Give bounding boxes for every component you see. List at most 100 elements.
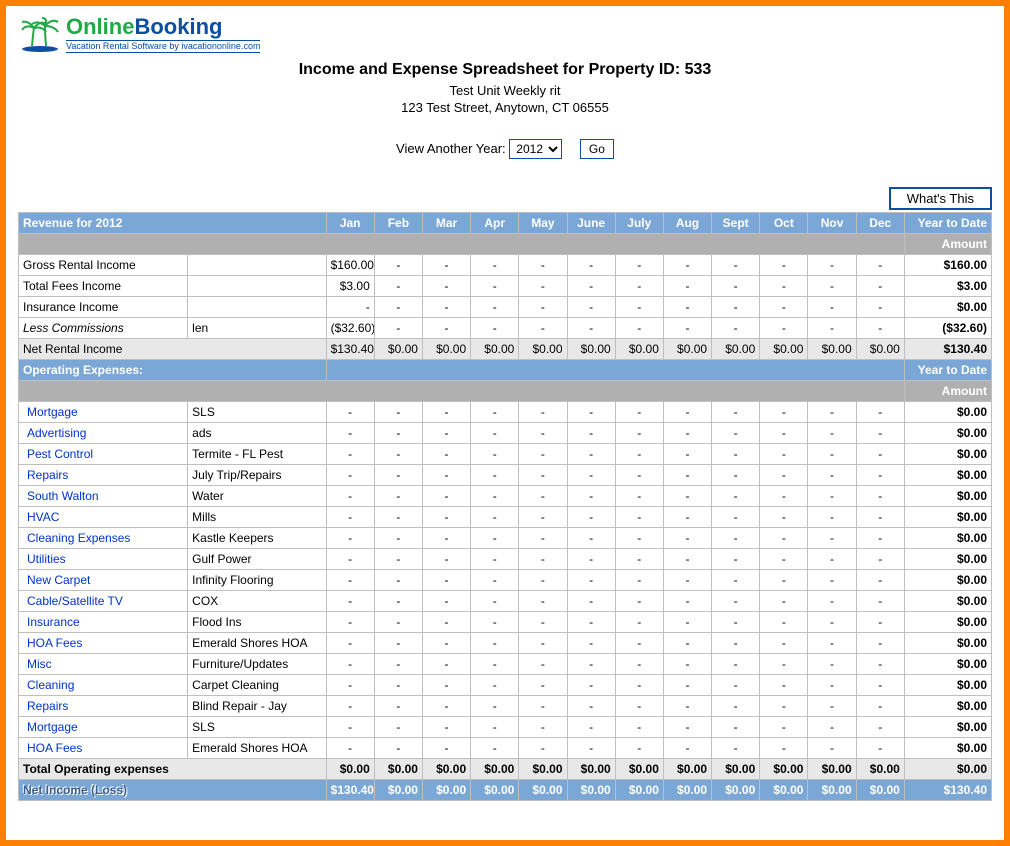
- month-header: Aug: [663, 213, 711, 234]
- month-header: July: [615, 213, 663, 234]
- cell-month: -: [471, 318, 519, 339]
- cell-month: -: [422, 318, 470, 339]
- cell-month: -: [519, 696, 567, 717]
- expense-link[interactable]: Repairs: [19, 465, 188, 486]
- whats-this-button[interactable]: What's This: [889, 187, 992, 210]
- cell-month: -: [471, 696, 519, 717]
- go-button[interactable]: Go: [580, 139, 614, 159]
- row-vendor: Emerald Shores HOA: [188, 633, 326, 654]
- cell-month: -: [808, 255, 856, 276]
- cell-jan: $130.40: [326, 780, 374, 801]
- cell-month: -: [615, 717, 663, 738]
- cell-month: $0.00: [663, 780, 711, 801]
- expense-link[interactable]: Cleaning Expenses: [19, 528, 188, 549]
- cell-month: -: [326, 633, 374, 654]
- month-header: Mar: [422, 213, 470, 234]
- cell-month: -: [712, 528, 760, 549]
- cell-month: -: [567, 255, 615, 276]
- cell-month: -: [422, 444, 470, 465]
- cell-month: $0.00: [808, 339, 856, 360]
- cell-month: -: [808, 402, 856, 423]
- cell-month: $0.00: [663, 759, 711, 780]
- expense-link[interactable]: Pest Control: [19, 444, 188, 465]
- cell-month: -: [567, 297, 615, 318]
- cell-month: -: [422, 591, 470, 612]
- cell-month: -: [326, 738, 374, 759]
- cell-month: -: [760, 717, 808, 738]
- expense-link[interactable]: New Carpet: [19, 570, 188, 591]
- cell-month: -: [712, 633, 760, 654]
- cell-month: -: [712, 276, 760, 297]
- cell-month: -: [326, 486, 374, 507]
- cell-month: -: [422, 297, 470, 318]
- cell-month: -: [374, 276, 422, 297]
- expense-link[interactable]: Insurance: [19, 612, 188, 633]
- expense-link[interactable]: Repairs: [19, 696, 188, 717]
- year-select[interactable]: 2012: [509, 139, 562, 159]
- cell-month: $0.00: [471, 780, 519, 801]
- cell-month: -: [519, 276, 567, 297]
- cell-month: -: [519, 633, 567, 654]
- cell-month: -: [712, 444, 760, 465]
- row-vendor: SLS: [188, 717, 326, 738]
- cell-month: -: [422, 738, 470, 759]
- cell-month: -: [760, 612, 808, 633]
- cell-month: -: [615, 444, 663, 465]
- cell-month: -: [663, 297, 711, 318]
- cell-month: -: [519, 570, 567, 591]
- expense-link[interactable]: Cable/Satellite TV: [19, 591, 188, 612]
- unit-name: Test Unit Weekly rit: [18, 83, 992, 98]
- expense-link[interactable]: Misc: [19, 654, 188, 675]
- expense-link[interactable]: HOA Fees: [19, 738, 188, 759]
- cell-month: $0.00: [615, 339, 663, 360]
- cell-month: -: [422, 612, 470, 633]
- expense-link[interactable]: HVAC: [19, 507, 188, 528]
- cell-month: -: [567, 717, 615, 738]
- cell-month: -: [760, 549, 808, 570]
- cell-ytd: $0.00: [904, 297, 991, 318]
- cell-month: -: [374, 444, 422, 465]
- cell-ytd: $0.00: [904, 633, 991, 654]
- cell-month: $0.00: [712, 780, 760, 801]
- cell-month: -: [567, 549, 615, 570]
- logo-tagline: Vacation Rental Software by ivacationonl…: [66, 40, 260, 53]
- cell-month: -: [567, 738, 615, 759]
- cell-ytd: $0.00: [904, 717, 991, 738]
- cell-month: -: [471, 423, 519, 444]
- cell-ytd: $0.00: [904, 507, 991, 528]
- cell-month: -: [567, 696, 615, 717]
- cell-month: -: [760, 297, 808, 318]
- cell-month: -: [422, 402, 470, 423]
- expense-link[interactable]: Mortgage: [19, 402, 188, 423]
- cell-month: -: [422, 465, 470, 486]
- expense-link[interactable]: HOA Fees: [19, 633, 188, 654]
- cell-month: -: [471, 654, 519, 675]
- cell-month: -: [760, 423, 808, 444]
- cell-month: -: [808, 675, 856, 696]
- expense-link[interactable]: South Walton: [19, 486, 188, 507]
- cell-ytd: $0.00: [904, 738, 991, 759]
- month-header: Oct: [760, 213, 808, 234]
- cell-month: -: [712, 486, 760, 507]
- cell-month: -: [374, 675, 422, 696]
- cell-month: -: [374, 633, 422, 654]
- cell-month: -: [760, 528, 808, 549]
- cell-month: -: [374, 591, 422, 612]
- year-picker-label: View Another Year:: [396, 141, 506, 156]
- expense-link[interactable]: Mortgage: [19, 717, 188, 738]
- expense-link[interactable]: Advertising: [19, 423, 188, 444]
- row-label: Total Fees Income: [19, 276, 188, 297]
- cell-month: -: [712, 423, 760, 444]
- cell-month: $0.00: [326, 759, 374, 780]
- cell-month: -: [712, 465, 760, 486]
- cell-month: -: [422, 255, 470, 276]
- ytd-header: Year to Date: [904, 213, 991, 234]
- cell-month: -: [519, 255, 567, 276]
- expense-link[interactable]: Cleaning: [19, 675, 188, 696]
- cell-month: -: [712, 255, 760, 276]
- cell-month: -: [567, 570, 615, 591]
- expense-link[interactable]: Utilities: [19, 549, 188, 570]
- cell-month: $0.00: [760, 759, 808, 780]
- cell-month: -: [712, 507, 760, 528]
- cell-month: $0.00: [712, 339, 760, 360]
